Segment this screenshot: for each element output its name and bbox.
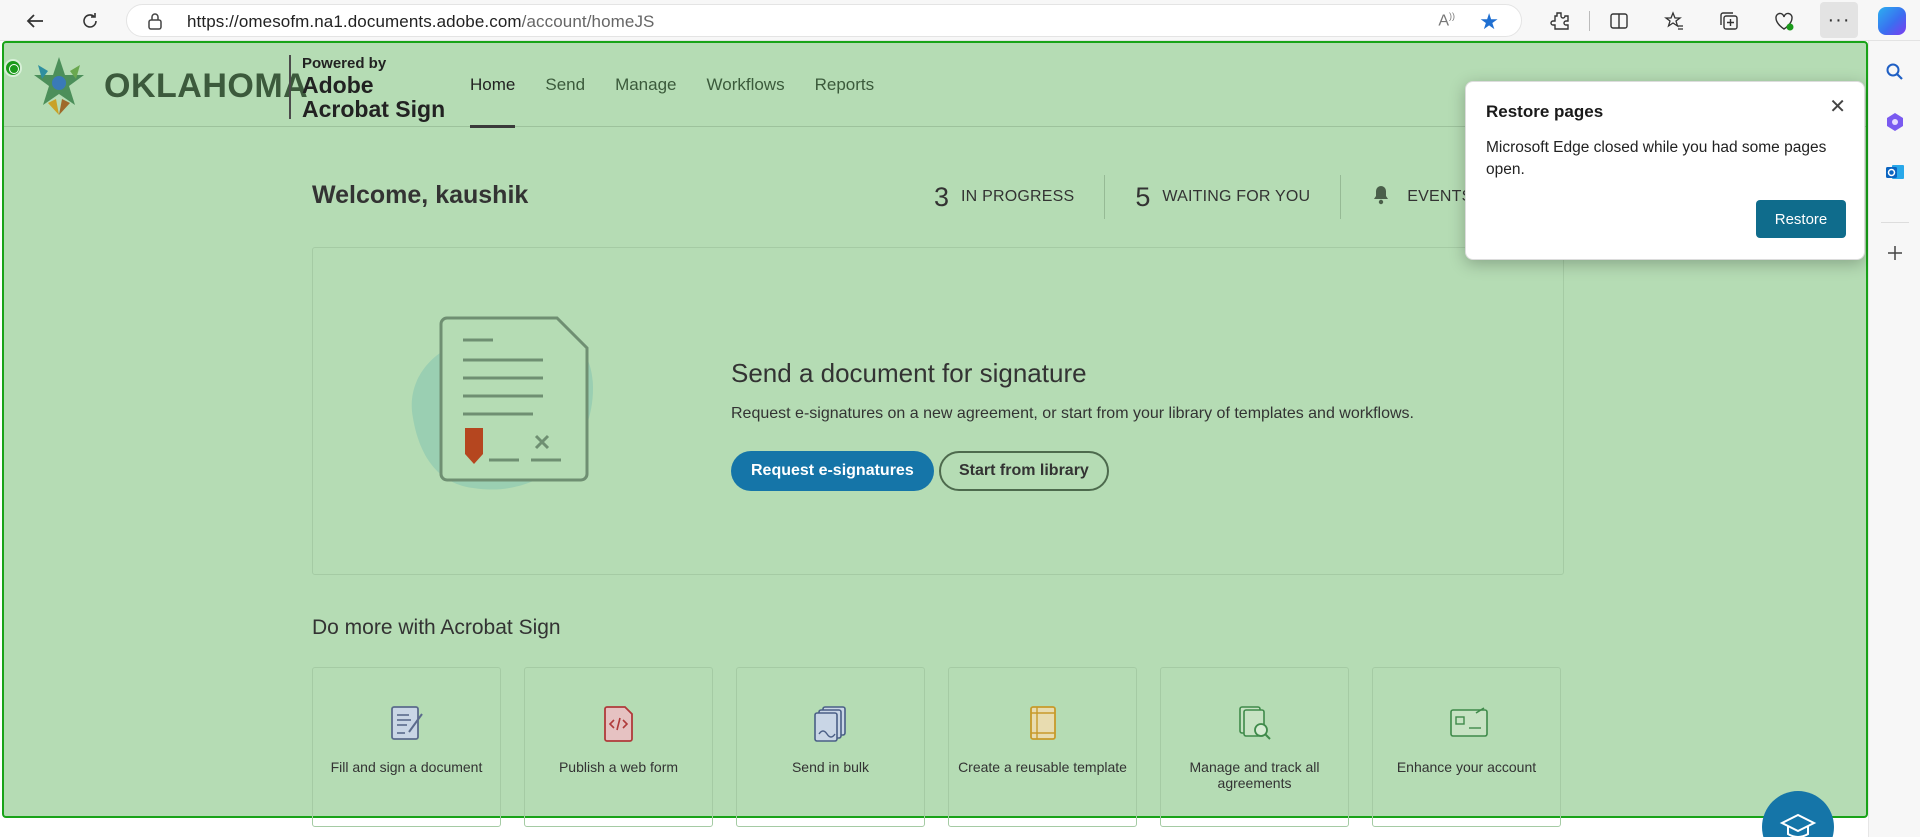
card-label: Create a reusable template [958, 759, 1127, 775]
page-viewport: OKLAHOMA Powered by Adobe Acrobat Sign H… [0, 41, 1868, 837]
refresh-icon[interactable] [77, 8, 103, 34]
close-icon[interactable]: ✕ [1829, 94, 1846, 119]
document-signature-illustration-icon [393, 298, 633, 513]
agreement-stats: 3 IN PROGRESS 5 WAITING FOR YOU EVENTS A [934, 175, 1517, 219]
card-label: Publish a web form [558, 759, 679, 775]
powered-by-label: Powered by [302, 55, 387, 72]
card-publish-web-form[interactable]: Publish a web form [524, 667, 713, 827]
stat-in-progress[interactable]: 3 IN PROGRESS [934, 175, 1106, 219]
favorites-icon[interactable] [1661, 8, 1687, 34]
collections-icon[interactable] [1716, 8, 1742, 34]
adobe-acrobat-sign-logo: Adobe Acrobat Sign [302, 72, 446, 122]
hero-title: Send a document for signature [731, 358, 1087, 388]
browser-essentials-icon[interactable] [1771, 8, 1797, 34]
nav-reports[interactable]: Reports [815, 43, 875, 127]
graduation-cap-icon [1779, 813, 1817, 837]
send-document-card: Send a document for signature Request e-… [312, 247, 1564, 575]
welcome-heading: Welcome, kaushik [312, 181, 529, 209]
template-icon [1025, 704, 1061, 742]
edge-sidebar [1868, 41, 1920, 837]
quick-action-cards: Fill and sign a document Publish a web f… [312, 667, 1561, 827]
url-text[interactable]: https://omesofm.na1.documents.adobe.com/… [187, 12, 655, 32]
web-form-icon [601, 704, 637, 742]
back-arrow-icon[interactable] [22, 8, 48, 34]
address-bar[interactable]: https://omesofm.na1.documents.adobe.com/… [126, 4, 1522, 37]
card-label: Fill and sign a document [330, 759, 483, 775]
read-aloud-icon[interactable]: A)) [1438, 11, 1455, 30]
card-label: Manage and track all agreements [1189, 759, 1320, 791]
split-screen-icon[interactable] [1606, 8, 1632, 34]
copilot-icon[interactable] [1878, 7, 1906, 35]
request-esignatures-button[interactable]: Request e-signatures [731, 451, 934, 491]
search-icon[interactable] [1882, 59, 1908, 85]
sidebar-divider [1881, 222, 1909, 223]
card-label: Enhance your account [1396, 759, 1537, 775]
card-manage-track[interactable]: Manage and track all agreements [1160, 667, 1349, 827]
enhance-account-icon [1449, 704, 1488, 742]
stat-label: WAITING FOR YOU [1162, 188, 1311, 205]
extensions-icon[interactable] [1547, 8, 1573, 34]
fill-sign-icon [389, 704, 425, 742]
restore-button[interactable]: Restore [1756, 200, 1846, 238]
restore-popup-title: Restore pages [1486, 102, 1604, 121]
hero-subtitle: Request e-signatures on a new agreement,… [731, 405, 1414, 422]
card-send-in-bulk[interactable]: Send in bulk [736, 667, 925, 827]
learning-help-button[interactable] [1762, 791, 1834, 837]
toolbar-divider [1589, 11, 1590, 31]
nav-home[interactable]: Home [470, 43, 516, 128]
oklahoma-brand-text: OKLAHOMA [104, 67, 309, 105]
oklahoma-logo-icon[interactable] [26, 53, 92, 119]
brand-divider [289, 55, 291, 119]
stat-count: 3 [934, 181, 950, 212]
card-label: Send in bulk [791, 759, 870, 775]
card-fill-and-sign[interactable]: Fill and sign a document [312, 667, 501, 827]
main-nav: Home Send Manage Workflows Reports [470, 43, 904, 128]
settings-more-button[interactable]: ··· [1820, 2, 1858, 38]
lock-icon[interactable] [147, 12, 163, 35]
start-from-library-button[interactable]: Start from library [939, 451, 1109, 491]
nav-manage[interactable]: Manage [615, 43, 676, 127]
restore-popup-message: Microsoft Edge closed while you had some… [1486, 139, 1827, 178]
card-enhance-account[interactable]: Enhance your account [1372, 667, 1561, 827]
nav-workflows[interactable]: Workflows [707, 43, 785, 127]
bell-icon [1371, 184, 1391, 211]
nav-send[interactable]: Send [545, 43, 585, 127]
add-sidebar-app-icon[interactable] [1882, 240, 1908, 266]
card-create-template[interactable]: Create a reusable template [948, 667, 1137, 827]
send-bulk-icon [813, 704, 849, 742]
outlook-icon[interactable] [1882, 159, 1908, 185]
highlight-marker-icon [4, 59, 22, 77]
manage-track-icon [1237, 704, 1273, 742]
restore-pages-popup: Restore pages ✕ Microsoft Edge closed wh… [1465, 81, 1865, 260]
do-more-section-title: Do more with Acrobat Sign [312, 616, 561, 639]
stat-label: IN PROGRESS [961, 188, 1075, 205]
browser-toolbar: https://omesofm.na1.documents.adobe.com/… [0, 0, 1920, 41]
stat-count: 5 [1135, 181, 1151, 212]
favorite-star-icon[interactable]: ★ [1479, 9, 1499, 35]
games-icon[interactable] [1882, 109, 1908, 135]
stat-waiting-for-you[interactable]: 5 WAITING FOR YOU [1105, 175, 1342, 219]
